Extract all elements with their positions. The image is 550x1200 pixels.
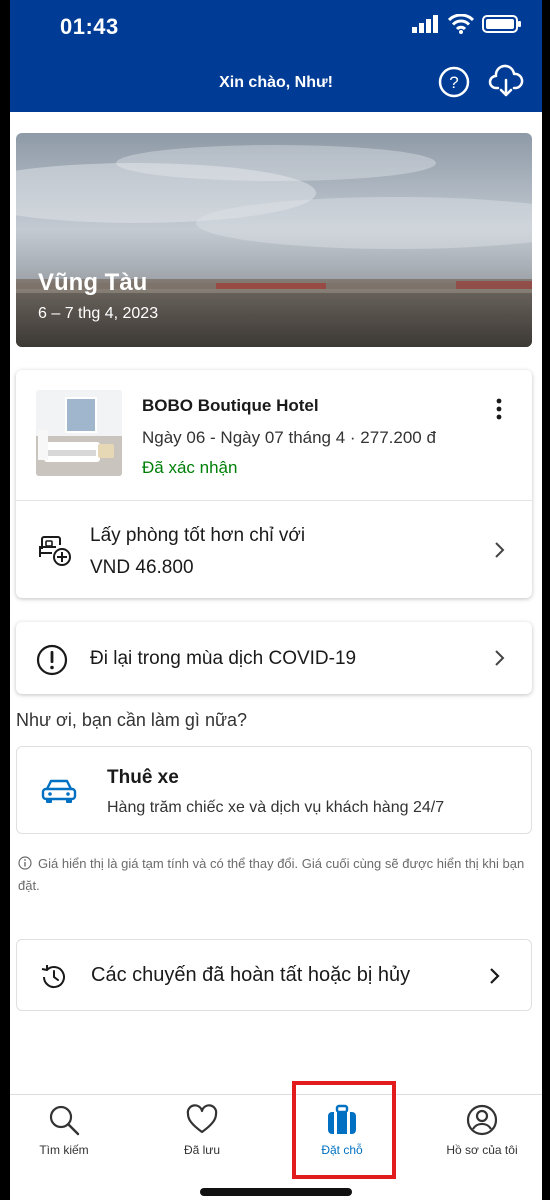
alert-icon [36,644,68,676]
nav-profile[interactable]: Hồ sơ của tôi [422,1103,542,1157]
history-icon [41,965,65,989]
booking-card: BOBO Boutique Hotel Ngày 06 - Ngày 07 th… [16,370,532,598]
covid-label: Đi lại trong mùa dịch COVID-19 [90,648,357,669]
chevron-right-icon [495,542,505,558]
nav-label: Đã lưu [183,1143,221,1157]
trip-city: Vũng Tàu [38,269,148,296]
upgrade-label: Lấy phòng tốt hơn chỉ với [90,525,306,546]
svg-text:?: ? [449,73,458,92]
cloud-download-icon[interactable] [488,64,524,100]
signal-icon [412,15,438,33]
heart-icon [186,1104,218,1134]
wifi-icon [448,14,474,34]
car-rental-title: Thuê xe [107,767,179,788]
booking-info: Ngày 06 - Ngày 07 tháng 4 · 277.200 đ [142,428,436,447]
car-rental-subtitle: Hàng trăm chiếc xe và dịch vụ khách hàng… [107,799,445,816]
search-icon [49,1105,80,1136]
more-options-icon[interactable] [496,398,502,420]
covid-travel-card[interactable]: Đi lại trong mùa dịch COVID-19 [16,622,532,694]
trip-hero-card[interactable]: Vũng Tàu 6 – 7 thg 4, 2023 [16,133,532,347]
status-time: 01:43 [60,14,119,39]
booking-row[interactable]: BOBO Boutique Hotel Ngày 06 - Ngày 07 th… [16,370,532,500]
past-trips-label: Các chuyến đã hoàn tất hoặc bị hủy [91,964,411,986]
price-disclaimer: Giá hiển thị là giá tạm tính và có thể t… [18,853,528,897]
past-trips-card[interactable]: Các chuyến đã hoàn tất hoặc bị hủy [16,939,532,1011]
bottom-nav: Tìm kiếm Đã lưu Đặt chỗ Hồ sơ của tôi [10,1094,542,1200]
home-indicator [200,1188,352,1196]
section-question: Như ơi, bạn cần làm gì nữa? [16,710,248,730]
nav-search[interactable]: Tìm kiếm [10,1103,124,1157]
upgrade-room-row[interactable]: Lấy phòng tốt hơn chỉ với VND 46.800 [16,501,532,598]
chevron-right-icon [495,650,505,666]
disclaimer-text: Giá hiển thị là giá tạm tính và có thể t… [18,856,525,893]
hotel-name: BOBO Boutique Hotel [142,396,319,415]
car-rental-card[interactable]: Thuê xe Hàng trăm chiếc xe và dịch vụ kh… [16,746,532,834]
nav-label: Tìm kiếm [39,1143,89,1157]
car-icon [41,779,77,803]
status-icons [412,14,522,34]
profile-icon [466,1104,498,1136]
room-upgrade-icon [39,536,71,566]
app-header: 01:43 Xin chào, Như! ? [10,0,542,112]
highlight-annotation [292,1081,396,1179]
nav-label: Hồ sơ của tôi [446,1143,518,1157]
battery-icon [482,15,521,33]
hotel-photo [36,390,122,476]
nav-saved[interactable]: Đã lưu [142,1103,262,1157]
chevron-right-icon [490,968,500,984]
info-icon [18,856,32,870]
trip-dates: 6 – 7 thg 4, 2023 [38,305,159,322]
phone-screen: 01:43 Xin chào, Như! ? Vũng Tàu 6 – 7 th… [10,0,542,1200]
help-icon[interactable]: ? [438,66,470,98]
upgrade-price: VND 46.800 [90,557,194,578]
booking-status: Đã xác nhận [142,458,238,477]
